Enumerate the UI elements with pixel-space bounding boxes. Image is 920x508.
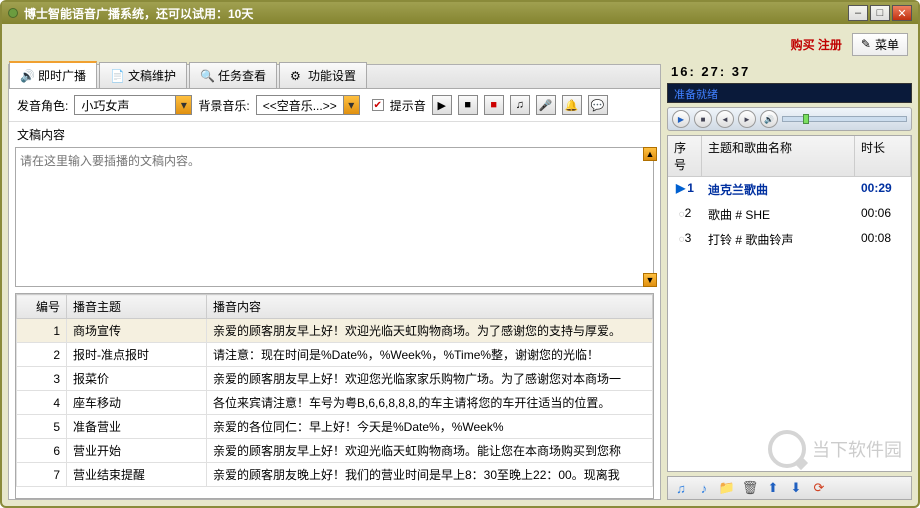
- tab-task-view[interactable]: 🔍 任务查看: [189, 62, 277, 88]
- scroll-down-button[interactable]: ▼: [643, 273, 657, 287]
- mic-button[interactable]: 🎤: [536, 95, 556, 115]
- table-row[interactable]: 7营业结束提醒亲爱的顾客朋友晚上好！我们的营业时间是早上8：30至晚上22：00…: [17, 463, 653, 487]
- clock: 16: 27: 37: [667, 64, 912, 79]
- bgm-label: 背景音乐:: [198, 97, 249, 114]
- maximize-button[interactable]: □: [870, 5, 890, 21]
- hint-checkbox[interactable]: ✔: [372, 99, 384, 111]
- player-next-button[interactable]: ►: [738, 110, 756, 128]
- minimize-button[interactable]: –: [848, 5, 868, 21]
- table-row[interactable]: 1商场宣传亲爱的顾客朋友早上好！欢迎光临天虹购物商场。为了感谢您的支持与厚爱。: [17, 319, 653, 343]
- voice-value: 小巧女声: [75, 97, 175, 114]
- notify-button[interactable]: 🔔: [562, 95, 582, 115]
- table-row[interactable]: 4座车移动各位来宾请注意！车号为粤B,6,6,8,8,8,的车主请将您的车开往适…: [17, 391, 653, 415]
- scroll-up-button[interactable]: ▲: [643, 147, 657, 161]
- menu-label: 菜单: [875, 36, 899, 53]
- content-editor[interactable]: [15, 147, 654, 287]
- window-title: 博士智能语音广播系统，还可以试用：10天: [24, 5, 848, 22]
- player-stop-button[interactable]: ■: [694, 110, 712, 128]
- tab-settings[interactable]: ⚙ 功能设置: [279, 62, 367, 88]
- voice-label: 发音角色:: [17, 97, 68, 114]
- app-icon: [8, 8, 18, 18]
- status-marquee: 准备就绪: [667, 83, 912, 103]
- voice-dropdown[interactable]: 小巧女声 ▾: [74, 95, 192, 115]
- move-down-icon[interactable]: ⬇: [787, 479, 805, 497]
- right-panel: 16: 27: 37 准备就绪 ▶ ■ ◄ ► 🔊 序号 主题和歌曲名称 时长 …: [667, 64, 912, 500]
- tab-document-maintain[interactable]: 📄 文稿维护: [99, 62, 187, 88]
- add-item-icon[interactable]: ♪: [695, 479, 713, 497]
- col-content[interactable]: 播音内容: [207, 295, 653, 319]
- bgm-value: <<空音乐...>>: [257, 97, 343, 114]
- playlist-col-name[interactable]: 主题和歌曲名称: [702, 136, 855, 176]
- broadcast-table: 编号 播音主题 播音内容 1商场宣传亲爱的顾客朋友早上好！欢迎光临天虹购物商场。…: [15, 293, 654, 499]
- top-toolbar: 购买 注册 ✎ 菜单: [2, 24, 918, 64]
- add-music-icon[interactable]: ♫: [672, 479, 690, 497]
- titlebar: 博士智能语音广播系统，还可以试用：10天 – □ ✕: [2, 2, 918, 24]
- player-prev-button[interactable]: ◄: [716, 110, 734, 128]
- refresh-icon[interactable]: ⟳: [810, 479, 828, 497]
- playlist-col-num[interactable]: 序号: [668, 136, 702, 176]
- playlist: 序号 主题和歌曲名称 时长 ▶1迪克兰歌曲00:29◌2歌曲 # SHE00:0…: [667, 135, 912, 472]
- table-row[interactable]: 3报菜价亲爱的顾客朋友早上好！欢迎您光临家家乐购物广场。为了感谢您对本商场一: [17, 367, 653, 391]
- tab-label: 文稿维护: [128, 67, 176, 84]
- chat-button[interactable]: 💬: [588, 95, 608, 115]
- hint-label: 提示音: [390, 97, 426, 114]
- table-row[interactable]: 5准备营业亲爱的各位同仁：早上好！今天是%Date%，%Week%: [17, 415, 653, 439]
- playlist-col-dur[interactable]: 时长: [855, 136, 911, 176]
- speaker-icon: 🔊: [20, 69, 34, 83]
- music-button[interactable]: ♫: [510, 95, 530, 115]
- col-topic[interactable]: 播音主题: [67, 295, 207, 319]
- document-icon: 📄: [110, 69, 124, 83]
- register-link[interactable]: 购买 注册: [791, 36, 842, 53]
- record-button[interactable]: ■: [484, 95, 504, 115]
- chevron-down-icon: ▾: [343, 96, 359, 114]
- playlist-row[interactable]: ◌2歌曲 # SHE00:06: [668, 202, 911, 227]
- menu-button[interactable]: ✎ 菜单: [852, 33, 908, 56]
- playlist-row[interactable]: ◌3打铃 # 歌曲铃声00:08: [668, 227, 911, 252]
- playlist-toolbar: ♫ ♪ 📁 🗑 ⬆ ⬇ ⟳: [667, 476, 912, 500]
- stop-button[interactable]: ■: [458, 95, 478, 115]
- chevron-down-icon: ▾: [175, 96, 191, 114]
- player-volume-button[interactable]: 🔊: [760, 110, 778, 128]
- media-player: ▶ ■ ◄ ► 🔊: [667, 107, 912, 131]
- content-label: 文稿内容: [9, 122, 660, 147]
- player-play-button[interactable]: ▶: [672, 110, 690, 128]
- tab-label: 即时广播: [38, 67, 86, 84]
- gear-icon: ⚙: [290, 69, 304, 83]
- edit-icon: ✎: [861, 37, 871, 51]
- bgm-dropdown[interactable]: <<空音乐...>> ▾: [256, 95, 360, 115]
- close-button[interactable]: ✕: [892, 5, 912, 21]
- tab-bar: 🔊 即时广播 📄 文稿维护 🔍 任务查看 ⚙ 功能设置: [9, 65, 660, 89]
- delete-icon[interactable]: 🗑: [741, 479, 759, 497]
- tab-label: 功能设置: [308, 67, 356, 84]
- col-number[interactable]: 编号: [17, 295, 67, 319]
- tab-instant-broadcast[interactable]: 🔊 即时广播: [9, 61, 97, 88]
- add-folder-icon[interactable]: 📁: [718, 479, 736, 497]
- play-button[interactable]: ▶: [432, 95, 452, 115]
- search-icon: 🔍: [200, 69, 214, 83]
- left-panel: 🔊 即时广播 📄 文稿维护 🔍 任务查看 ⚙ 功能设置 发音角色:: [8, 64, 661, 500]
- volume-slider[interactable]: [782, 116, 907, 122]
- tab-label: 任务查看: [218, 67, 266, 84]
- broadcast-toolbar: 发音角色: 小巧女声 ▾ 背景音乐: <<空音乐...>> ▾ ✔ 提示音 ▶ …: [9, 89, 660, 122]
- playlist-row[interactable]: ▶1迪克兰歌曲00:29: [668, 177, 911, 202]
- table-row[interactable]: 2报时-准点报时请注意：现在时间是%Date%，%Week%，%Time%整，谢…: [17, 343, 653, 367]
- table-row[interactable]: 6营业开始亲爱的顾客朋友早上好！欢迎光临天虹购物商场。能让您在本商场购买到您称: [17, 439, 653, 463]
- move-up-icon[interactable]: ⬆: [764, 479, 782, 497]
